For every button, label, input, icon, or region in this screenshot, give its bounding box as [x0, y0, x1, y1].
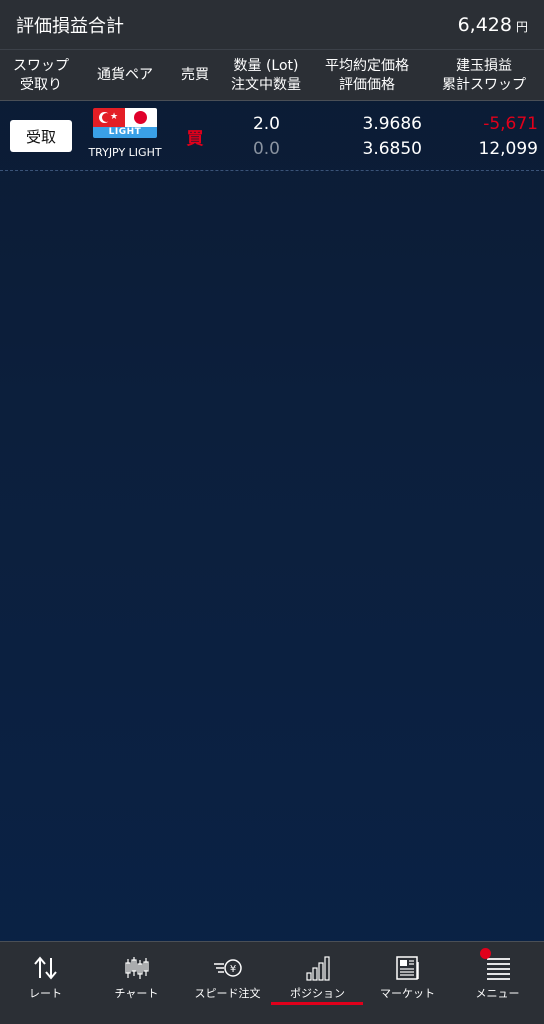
- nav-chart-label: チャート: [114, 987, 159, 1000]
- nav-rate[interactable]: レート: [0, 942, 91, 1012]
- rate-arrows-icon: [32, 954, 60, 982]
- trade-side: 買: [186, 129, 204, 149]
- header-swap-line2: 受取り: [20, 76, 62, 93]
- header-pl-line2: 累計スワップ: [442, 76, 526, 93]
- header-swap-line1: スワップ: [13, 57, 69, 74]
- positions-table-header: スワップ 受取り 通貨ペア 売買 数量 (Lot) 注文中数量 平均約定価格 評…: [0, 50, 544, 101]
- summary-unit: 円: [515, 19, 528, 34]
- pl-summary-bar: 評価損益合計 6,428 円: [0, 0, 544, 50]
- nav-chart[interactable]: チャート: [91, 942, 182, 1012]
- nav-position-label: ポジション: [290, 987, 345, 1000]
- position-row[interactable]: [0, 101, 544, 171]
- nav-market[interactable]: マーケット: [362, 942, 453, 1012]
- position-pl-value: -5,671: [483, 114, 538, 134]
- evaluation-price: 3.6850: [362, 139, 422, 159]
- summary-title: 評価損益合計: [16, 15, 124, 37]
- quantity-value: 2.0: [252, 114, 280, 134]
- newspaper-icon: [394, 954, 422, 982]
- header-quantity: 数量 (Lot) 注文中数量: [222, 50, 310, 101]
- header-swap-receive: スワップ 受取り: [4, 50, 78, 101]
- receive-swap-button[interactable]: 受取: [10, 120, 72, 152]
- svg-text:¥: ¥: [229, 964, 235, 975]
- turkey-flag-icon: ★: [93, 108, 125, 127]
- header-pl: 建玉損益 累計スワップ: [428, 50, 540, 101]
- nav-menu-label: メニュー: [475, 987, 520, 1000]
- speed-order-icon: ¥: [212, 954, 244, 982]
- candlestick-icon: [123, 954, 151, 982]
- japan-flag-icon: [125, 108, 157, 127]
- cumulative-swap-value: 12,099: [478, 139, 538, 159]
- header-pl-line1: 建玉損益: [456, 57, 512, 74]
- position-bars-icon: [304, 954, 332, 982]
- currency-pair-name: TRYJPY LIGHT: [88, 146, 162, 159]
- nav-rate-label: レート: [29, 987, 62, 1000]
- header-price: 平均約定価格 評価価格: [312, 50, 422, 101]
- header-side: 売買: [172, 50, 218, 101]
- flag-light-label: LIGHT: [93, 127, 157, 138]
- header-price-line2: 評価価格: [339, 76, 395, 93]
- header-qty-line2: 注文中数量: [231, 76, 301, 93]
- header-price-line1: 平均約定価格: [325, 57, 409, 74]
- header-pair-label: 通貨ペア: [97, 67, 153, 83]
- nav-speed-order-label: スピード注文: [194, 987, 261, 1000]
- active-tab-indicator: [271, 1002, 363, 1005]
- header-qty-line1: 数量 (Lot): [233, 57, 299, 74]
- bottom-nav: レート チャート ¥ スピード注文 ポジション マーケット メニュー: [0, 941, 544, 1024]
- menu-notification-badge: [480, 948, 491, 959]
- header-side-label: 売買: [181, 67, 209, 83]
- nav-menu[interactable]: メニュー: [452, 942, 543, 1012]
- avg-execution-price: 3.9686: [362, 114, 422, 134]
- currency-pair-flag: ★ LIGHT: [93, 108, 157, 138]
- nav-speed-order[interactable]: ¥ スピード注文: [182, 942, 273, 1012]
- summary-value: 6,428: [457, 13, 512, 36]
- nav-market-label: マーケット: [380, 987, 435, 1000]
- header-pair: 通貨ペア: [84, 50, 166, 101]
- ordered-quantity-value: 0.0: [252, 139, 280, 159]
- summary-value-group: 6,428 円: [458, 14, 528, 36]
